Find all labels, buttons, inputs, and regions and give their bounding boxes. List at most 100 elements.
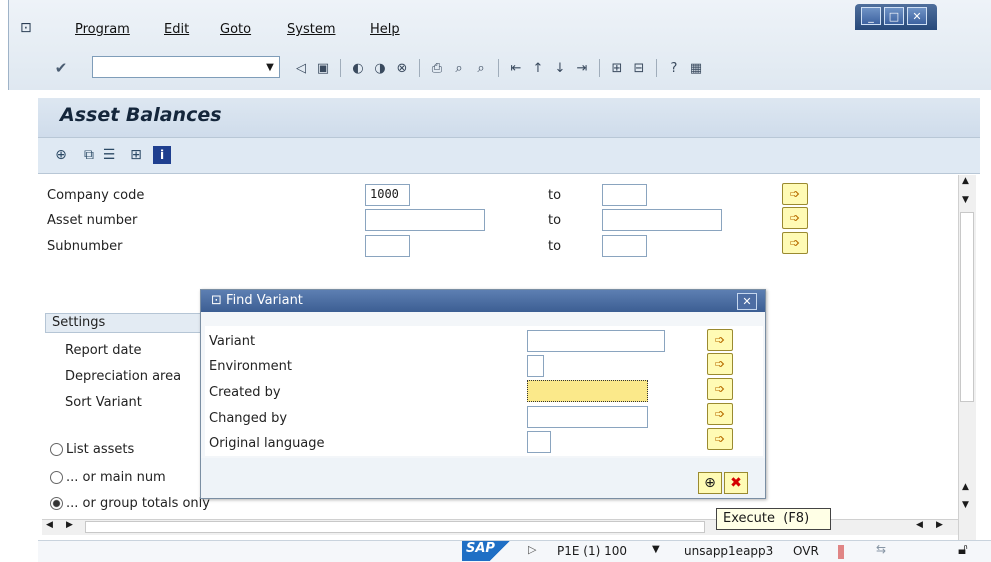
close-icon[interactable]: ✕ [737, 293, 757, 310]
scroll-left-icon[interactable]: ◀ [916, 520, 923, 530]
lock-icon[interactable]: 🔓︎ [958, 540, 968, 558]
server-name: unsapp1eapp3 [684, 544, 774, 558]
first-page-icon[interactable]: ⇤ [507, 59, 525, 77]
get-variant-icon[interactable]: ⧉ [80, 146, 98, 164]
dynamic-selection-icon[interactable]: ⊞ [127, 146, 145, 164]
prev-page-icon[interactable]: ↑ [529, 59, 547, 77]
company-code-to-input[interactable] [602, 184, 647, 206]
horizontal-scroll-thumb[interactable] [85, 521, 705, 533]
check-icon[interactable]: ✔ [52, 59, 70, 77]
status-bar [38, 540, 991, 562]
multiple-selection-icon[interactable]: ➩ [782, 232, 808, 254]
minimize-icon[interactable]: _ [861, 7, 881, 25]
menu-edit[interactable]: Edit [164, 22, 189, 37]
original-language-label: Original language [209, 436, 325, 451]
chevron-down-icon[interactable]: ▼ [262, 58, 278, 76]
maximize-icon[interactable]: □ [884, 7, 904, 25]
dialog-title: Find Variant [226, 293, 303, 308]
last-page-icon[interactable]: ⇥ [573, 59, 591, 77]
scroll-left-icon[interactable]: ◀ [46, 520, 53, 530]
created-by-input[interactable] [527, 380, 648, 402]
selection-options-icon[interactable]: ☰ [100, 146, 118, 164]
scroll-up-icon[interactable]: ▲ [962, 482, 969, 492]
info-icon[interactable]: i [153, 146, 171, 164]
multiple-selection-icon[interactable]: ➩ [707, 403, 733, 425]
menu-icon[interactable]: ⊡ [20, 20, 32, 36]
radio-label: ... or main num [66, 470, 166, 485]
next-page-icon[interactable]: ↓ [551, 59, 569, 77]
subnumber-from-input[interactable] [365, 235, 410, 257]
report-date-label: Report date [65, 343, 142, 358]
scroll-up-icon[interactable]: ▲ [962, 176, 969, 186]
company-code-from-input[interactable]: 1000 [365, 184, 410, 206]
variant-input[interactable] [527, 330, 665, 352]
find-next-icon[interactable]: ⌕ [472, 59, 490, 77]
toolbar-separator [498, 59, 499, 77]
scroll-down-icon[interactable]: ▼ [962, 195, 969, 205]
execute-icon[interactable]: ⊕ [698, 472, 722, 494]
window-controls: _ □ ✕ [855, 4, 937, 30]
radio-main-numbers[interactable]: ... or main num [50, 470, 166, 485]
scroll-right-icon[interactable]: ▶ [66, 520, 73, 530]
sap-logo: SAP [462, 541, 510, 561]
original-language-input[interactable] [527, 431, 551, 453]
radio-selected-icon [50, 497, 63, 510]
chevron-down-icon[interactable]: ▼ [652, 544, 660, 555]
command-field[interactable] [92, 56, 280, 78]
page-title: Asset Balances [60, 104, 222, 126]
cancel-icon[interactable]: ✖ [724, 472, 748, 494]
multiple-selection-icon[interactable]: ➩ [782, 207, 808, 229]
scroll-down-icon[interactable]: ▼ [962, 500, 969, 510]
to-label: to [548, 188, 562, 203]
exit-icon[interactable]: ◑ [371, 59, 389, 77]
depreciation-area-label: Depreciation area [65, 369, 182, 384]
radio-group-totals[interactable]: ... or group totals only [50, 496, 210, 511]
system-info[interactable]: P1E (1) 100 [557, 544, 627, 558]
toolbar-separator [419, 59, 420, 77]
changed-by-label: Changed by [209, 411, 288, 426]
multiple-selection-icon[interactable]: ➩ [707, 428, 733, 450]
menu-goto[interactable]: Goto [220, 22, 251, 37]
back-icon[interactable]: ◐ [349, 59, 367, 77]
back-arrow-icon[interactable]: ◁ [292, 59, 310, 77]
to-label: to [548, 239, 562, 254]
shortcut-icon[interactable]: ⊟ [630, 59, 648, 77]
vertical-scroll-thumb[interactable] [960, 212, 974, 402]
multiple-selection-icon[interactable]: ➩ [707, 329, 733, 351]
radio-list-assets[interactable]: List assets [50, 442, 134, 457]
menu-program[interactable]: Program [75, 22, 130, 37]
multiple-selection-icon[interactable]: ➩ [707, 353, 733, 375]
new-session-icon[interactable]: ⊞ [608, 59, 626, 77]
find-variant-dialog: ⊡ Find Variant ✕ Variant ➩ Environment ➩… [200, 289, 766, 499]
menu-help[interactable]: Help [370, 22, 400, 37]
dialog-footer [201, 458, 765, 498]
environment-input[interactable] [527, 355, 544, 377]
radio-label: ... or group totals only [66, 496, 210, 511]
print-icon[interactable]: ⎙ [428, 59, 446, 77]
asset-number-to-input[interactable] [602, 209, 722, 231]
close-window-icon[interactable]: ✕ [907, 7, 927, 25]
toolbar-separator [656, 59, 657, 77]
settings-group-label: Settings [52, 315, 106, 330]
insert-mode[interactable]: OVR [793, 544, 819, 558]
cancel-icon[interactable]: ⊗ [393, 59, 411, 77]
keyboard-icon[interactable]: ⇆ [876, 542, 886, 556]
radio-icon [50, 471, 63, 484]
multiple-selection-icon[interactable]: ➩ [782, 183, 808, 205]
changed-by-input[interactable] [527, 406, 648, 428]
application-toolbar [38, 138, 980, 174]
find-icon[interactable]: ⌕ [450, 59, 468, 77]
execute-tooltip: Execute (F8) [716, 508, 831, 530]
multiple-selection-icon[interactable]: ➩ [707, 378, 733, 400]
help-icon[interactable]: ? [665, 59, 683, 77]
layout-icon[interactable]: ▦ [687, 59, 705, 77]
asset-number-from-input[interactable] [365, 209, 485, 231]
execute-icon[interactable]: ⊕ [52, 146, 70, 164]
expand-status-icon[interactable]: ▷ [528, 543, 536, 556]
scroll-right-icon[interactable]: ▶ [936, 520, 943, 530]
menu-system[interactable]: System [287, 22, 335, 37]
subnumber-to-input[interactable] [602, 235, 647, 257]
save-icon[interactable]: ▣ [314, 59, 332, 77]
dialog-title-bar[interactable]: ⊡ Find Variant [201, 290, 765, 312]
subnumber-label: Subnumber [47, 239, 123, 254]
